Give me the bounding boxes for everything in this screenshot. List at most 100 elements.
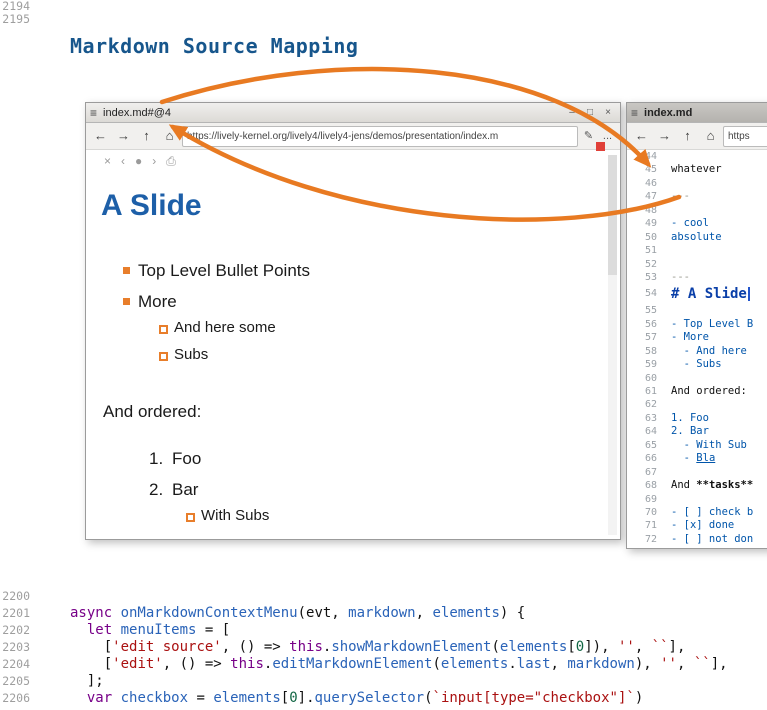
token: let bbox=[87, 622, 112, 638]
token: --- bbox=[671, 271, 690, 283]
line-text bbox=[663, 204, 671, 217]
line-text: --- bbox=[663, 190, 690, 203]
token: ( bbox=[424, 690, 432, 706]
sub-bullet-item: And here some bbox=[174, 319, 276, 336]
token: querySelector bbox=[315, 690, 425, 706]
token: elements bbox=[441, 656, 508, 672]
line-number: 49 bbox=[627, 217, 663, 230]
scrollbar-thumb[interactable] bbox=[608, 155, 617, 275]
forward-button[interactable]: → bbox=[113, 126, 134, 146]
line-number: 60 bbox=[627, 372, 663, 385]
line-number: 56 bbox=[627, 318, 663, 331]
back-button[interactable]: ← bbox=[90, 126, 111, 146]
token: And bbox=[671, 479, 696, 491]
minimize-button[interactable]: – bbox=[564, 107, 580, 118]
gutter-line-number: 2195 bbox=[0, 13, 30, 26]
line-number: 57 bbox=[627, 331, 663, 344]
line-number: 58 bbox=[627, 345, 663, 358]
gutter-line-number: 2206 bbox=[0, 690, 30, 707]
line-text bbox=[663, 493, 671, 506]
window-titlebar[interactable]: ≡ index.md bbox=[627, 103, 767, 123]
maximize-button[interactable]: □ bbox=[582, 107, 598, 118]
url-input[interactable] bbox=[723, 126, 767, 147]
token: elements bbox=[213, 690, 280, 706]
line-number: 50 bbox=[627, 231, 663, 244]
bullet-item: Top Level Bullet Points bbox=[138, 261, 310, 281]
back-button[interactable]: ← bbox=[631, 126, 652, 146]
token: ( bbox=[491, 639, 499, 655]
prev-slide-icon[interactable]: ‹ bbox=[121, 150, 125, 172]
edit-pencil-icon[interactable]: ✎ bbox=[580, 126, 597, 146]
line-number: 47 bbox=[627, 190, 663, 203]
token: **tasks** bbox=[696, 479, 753, 491]
record-indicator[interactable] bbox=[596, 142, 605, 151]
token: , bbox=[551, 656, 568, 672]
token: [ bbox=[70, 639, 112, 655]
line-number: 53 bbox=[627, 271, 663, 284]
line-number: 61 bbox=[627, 385, 663, 398]
menu-icon[interactable]: ≡ bbox=[90, 106, 97, 120]
editor-line: 631. Foo bbox=[627, 412, 767, 425]
line-number: 65 bbox=[627, 439, 663, 452]
forward-button[interactable]: → bbox=[654, 126, 675, 146]
editor-line: 642. Bar bbox=[627, 425, 767, 438]
token: `input[type="checkbox"]` bbox=[433, 690, 635, 706]
line-number: 68 bbox=[627, 479, 663, 492]
up-button[interactable]: ↑ bbox=[677, 126, 698, 146]
up-button[interactable]: ↑ bbox=[136, 126, 157, 146]
markdown-editor[interactable]: 4445whatever4647---4849- cool50absolute5… bbox=[627, 150, 767, 548]
editor-line: 70 - [ ] check b bbox=[627, 506, 767, 519]
gutter-top: 2194 2195 bbox=[0, 0, 32, 26]
window-title: index.md#@4 bbox=[103, 107, 564, 119]
ordered-marker: 1. bbox=[149, 449, 163, 469]
editor-line: 71- [x] done bbox=[627, 519, 767, 532]
token: 'edit' bbox=[112, 656, 163, 672]
close-button[interactable]: × bbox=[600, 107, 616, 118]
slide-dot-icon[interactable]: ● bbox=[135, 150, 142, 172]
token: editMarkdownElement bbox=[272, 656, 432, 672]
code-line: let menuItems = [ bbox=[70, 622, 767, 639]
line-text bbox=[663, 150, 671, 163]
menu-icon[interactable]: ≡ bbox=[631, 106, 638, 120]
line-text bbox=[663, 258, 671, 271]
line-text: absolute bbox=[663, 231, 722, 244]
token: markdown bbox=[348, 605, 415, 621]
line-number: 70 bbox=[627, 506, 663, 519]
text-cursor bbox=[748, 287, 750, 301]
token bbox=[112, 622, 120, 638]
bullet-item: More bbox=[138, 292, 177, 312]
token: - Top Level B bbox=[671, 318, 753, 330]
sub-bullet-icon bbox=[159, 325, 168, 334]
line-text: - Subs bbox=[663, 358, 722, 371]
home-button[interactable]: ⌂ bbox=[159, 126, 180, 146]
code-block[interactable]: async onMarkdownContextMenu(evt, markdow… bbox=[70, 588, 767, 707]
token bbox=[112, 690, 120, 706]
gutter-line-number: 2200 bbox=[0, 588, 30, 605]
token: '' bbox=[660, 656, 677, 672]
sub-bullet-icon bbox=[186, 513, 195, 522]
line-text: - More bbox=[663, 331, 709, 344]
scrollbar[interactable] bbox=[608, 155, 617, 535]
token: ) { bbox=[500, 605, 525, 621]
token: this bbox=[289, 639, 323, 655]
line-text: And **tasks** bbox=[663, 479, 753, 492]
token: ( bbox=[432, 656, 440, 672]
window-titlebar[interactable]: ≡ index.md#@4 – □ × bbox=[86, 103, 620, 123]
line-text: - cool bbox=[663, 217, 709, 230]
home-button[interactable]: ⌂ bbox=[700, 126, 721, 146]
print-icon[interactable]: ⎙ bbox=[166, 150, 176, 172]
slide-heading: A Slide bbox=[101, 189, 202, 223]
token: onMarkdownContextMenu bbox=[121, 605, 298, 621]
token: showMarkdownElement bbox=[331, 639, 491, 655]
token: `` bbox=[694, 656, 711, 672]
next-slide-icon[interactable]: › bbox=[152, 150, 156, 172]
url-input[interactable] bbox=[182, 126, 578, 147]
token: ], bbox=[711, 656, 728, 672]
slide-content: A Slide Top Level Bullet Points More And… bbox=[86, 172, 606, 539]
slide-toolbar: × ‹ ● › ⎙ bbox=[86, 150, 620, 172]
close-icon[interactable]: × bbox=[104, 150, 111, 172]
token: checkbox bbox=[121, 690, 188, 706]
token: ) bbox=[635, 690, 643, 706]
token: - [ ] check b bbox=[671, 506, 753, 518]
editor-line: 49- cool bbox=[627, 217, 767, 230]
